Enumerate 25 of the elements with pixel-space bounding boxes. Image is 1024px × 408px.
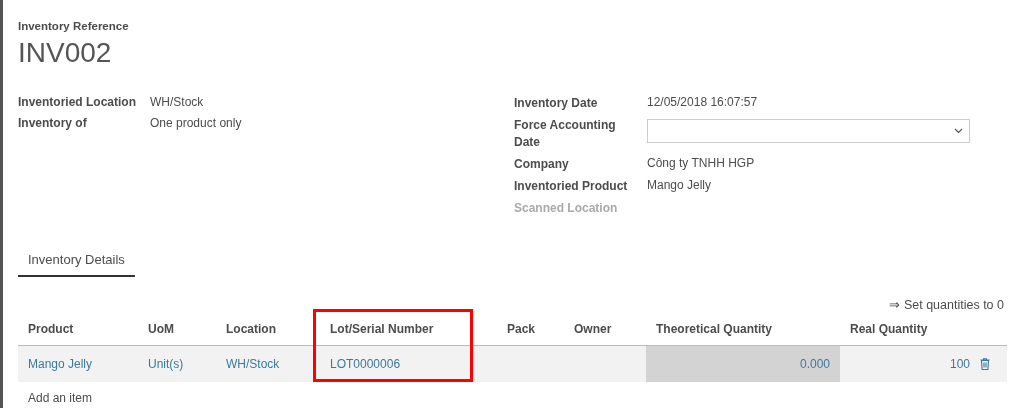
- field-label: Scanned Location: [514, 200, 619, 217]
- field-label: Inventoried Product: [514, 178, 629, 195]
- field-label: Force Accounting Date: [514, 117, 617, 151]
- field-label: Inventory of: [18, 116, 88, 131]
- set-quantities-link[interactable]: ⇒ Set quantities to 0: [889, 297, 1004, 312]
- table-cell: WH/Stock: [216, 346, 320, 382]
- field-label: Inventory Date: [514, 95, 599, 112]
- table-cell: 100: [840, 346, 980, 382]
- field-label: Inventoried Location: [18, 95, 137, 110]
- table-cell: Mango Jelly: [18, 346, 138, 382]
- table-cell: Unit(s): [138, 346, 216, 382]
- table-cell: 0.000: [646, 346, 840, 382]
- field-value: 12/05/2018 16:07:57: [647, 95, 759, 111]
- field-label: Company: [514, 156, 570, 173]
- field-value: Công ty TNHH HGP: [647, 156, 756, 172]
- chevron-icon: [954, 128, 963, 134]
- field-label: Inventory Reference: [18, 20, 129, 32]
- inventory-reference: INV002: [18, 37, 113, 69]
- add-item-link[interactable]: Add an item: [18, 382, 103, 405]
- tab[interactable]: Inventory Details: [18, 245, 135, 277]
- field-value: Mango Jelly: [647, 178, 713, 194]
- field-value: WH/Stock: [150, 95, 205, 110]
- table-cell: LOT0000006: [320, 346, 497, 382]
- trash-icon[interactable]: [980, 358, 990, 370]
- field-value: One product only: [150, 116, 243, 131]
